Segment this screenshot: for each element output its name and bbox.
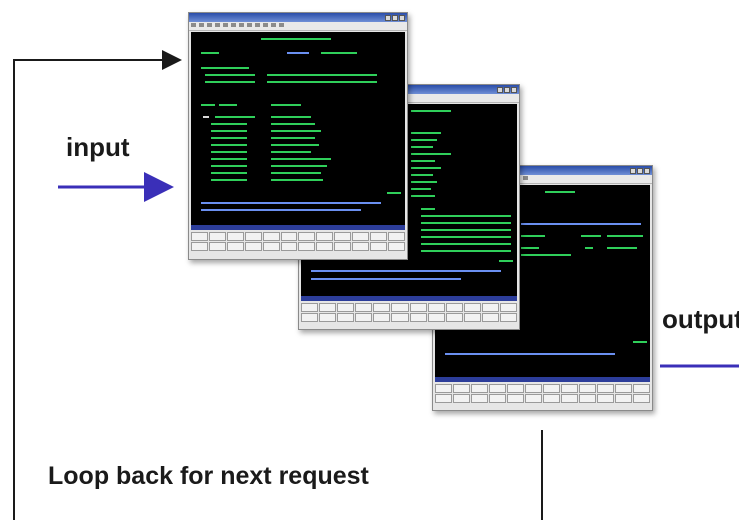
maximize-icon[interactable]: [392, 14, 398, 21]
maximize-icon[interactable]: [504, 86, 510, 93]
minimize-icon[interactable]: [385, 14, 391, 21]
window-title-bar: [189, 13, 407, 22]
close-icon[interactable]: [644, 167, 650, 174]
input-label: input: [66, 132, 130, 162]
close-icon[interactable]: [399, 14, 405, 21]
terminal-screen: [191, 32, 405, 225]
close-icon[interactable]: [511, 86, 517, 93]
function-key-bar[interactable]: [435, 384, 650, 403]
minimize-icon[interactable]: [630, 167, 636, 174]
loop-back-label: Loop back for next request: [48, 462, 369, 490]
toolbar: [189, 22, 407, 31]
maximize-icon[interactable]: [637, 167, 643, 174]
minimize-icon[interactable]: [497, 86, 503, 93]
output-label: output: [662, 304, 739, 334]
loop-back-path: [13, 50, 182, 520]
function-key-bar[interactable]: [191, 232, 405, 251]
status-bar: [301, 296, 517, 301]
status-bar: [191, 225, 405, 230]
status-bar: [435, 377, 650, 382]
terminal-window-1: [188, 12, 408, 260]
function-key-bar[interactable]: [301, 303, 517, 322]
